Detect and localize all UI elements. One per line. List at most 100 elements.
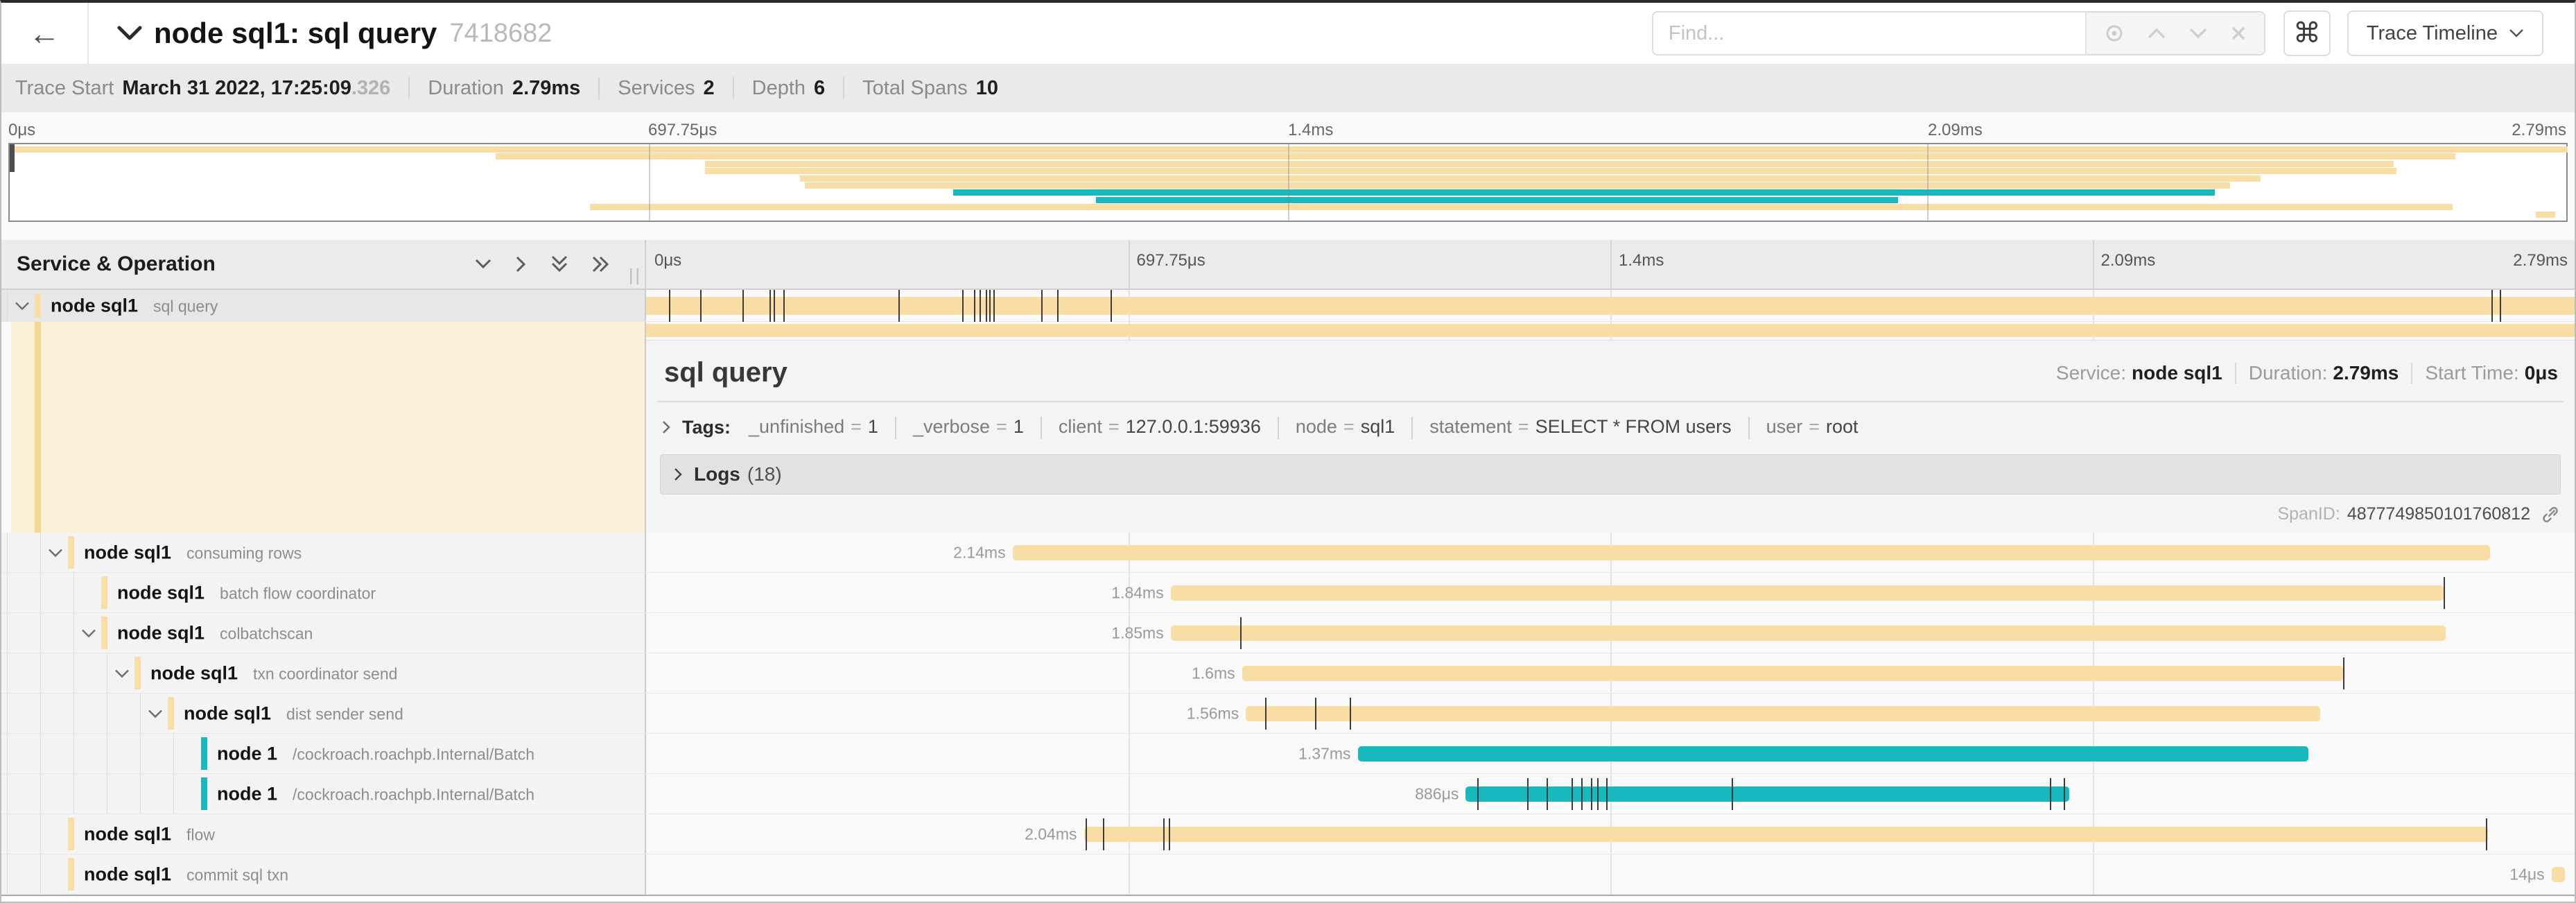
minimap-span [1096,197,1897,203]
span-duration-label: 14μs [2509,865,2544,884]
span-row-label-cell[interactable]: node 1/cockroach.roachpb.Internal/Batch [1,774,646,814]
span-bar[interactable] [646,297,2575,315]
log-marker-tick [989,290,991,322]
span-row-label-cell[interactable]: node sql1txn coordinator send [1,653,646,693]
selected-span-strip-bar[interactable] [646,324,2575,337]
span-row: node sql1commit sql txn 14μs [1,854,2575,895]
span-duration-label: 1.37ms [1298,744,1350,763]
expand-all-icon[interactable] [591,254,611,275]
column-resizer-grip[interactable]: || [629,266,642,286]
trace-view-selector[interactable]: Trace Timeline [2347,10,2543,56]
service-name: node 1 [217,783,277,805]
log-marker-tick [783,290,785,322]
back-button[interactable]: ← [1,3,89,64]
service-name: node sql1 [117,582,204,603]
row-chevron-down-icon[interactable] [80,628,97,638]
span-row-label-cell[interactable]: node sql1 sql query [1,290,646,321]
tag-equals: = [996,416,1007,437]
tree-indent-guide [73,653,74,693]
span-row-timeline-cell: 1.6ms [646,653,2575,693]
service-name: node sql1 [51,295,138,316]
span-row-label-cell[interactable]: node sql1flow [1,814,646,854]
find-clear-close-icon[interactable] [2229,24,2247,42]
collapse-all-icon[interactable] [549,254,570,275]
locate-icon[interactable] [2103,22,2125,44]
log-marker-tick [898,290,900,322]
log-marker-tick [1572,778,1573,810]
span-bar[interactable] [1242,666,2344,681]
span-row-text: node sql1consuming rows [84,542,302,563]
span-row: node sql1flow2.04ms [1,814,2575,854]
operation-name: commit sql txn [186,866,288,884]
find-prev-chevron-up-icon[interactable] [2146,26,2167,40]
span-bar[interactable] [1358,746,2309,762]
service-color-indicator [68,818,74,850]
service-name: node sql1 [84,542,171,563]
tree-indent-guide [7,533,8,572]
operation-name: sql query [153,297,218,316]
row-chevron-down-icon[interactable] [47,547,64,558]
span-bar[interactable] [2552,867,2565,882]
keyboard-shortcuts-command-icon[interactable]: ⌘ [2283,10,2331,56]
summary-item: Duration2.79ms [428,77,580,100]
find-next-chevron-down-icon[interactable] [2188,26,2209,40]
span-detail-header: sql query Service:node sql1 Duration:2.7… [646,341,2575,401]
summary-item: Depth6 [752,77,826,100]
span-bar[interactable] [1465,786,2069,802]
span-row-label-cell[interactable]: node sql1commit sql txn [1,854,646,894]
find-suffix [2085,12,2264,54]
tag-key: user [1766,416,1803,437]
span-row: node sql1colbatchscan1.85ms [1,613,2575,653]
find-input[interactable] [1653,12,2085,54]
span-bar[interactable] [1246,706,2320,721]
title-chevron-down-icon[interactable] [116,25,143,42]
span-row-label-cell[interactable]: node 1/cockroach.roachpb.Internal/Batch [1,734,646,773]
tree-indent-guide [7,734,8,773]
span-row-text: node sql1colbatchscan [117,622,313,644]
span-duration-label: 1.84ms [1111,583,1163,602]
summary-label: Depth [752,77,806,99]
span-row-label-cell[interactable]: node sql1colbatchscan [1,613,646,653]
tree-indent-guide [7,814,8,854]
span-bar[interactable] [1084,827,2488,842]
span-row-text: node 1/cockroach.roachpb.Internal/Batch [217,743,534,764]
tag-divider [1041,417,1042,439]
row-chevron-down-icon[interactable] [114,668,130,678]
span-row-label-cell[interactable]: node sql1dist sender send [1,694,646,733]
copy-link-icon[interactable] [2540,504,2561,525]
log-marker-tick [1591,778,1592,810]
log-marker-tick [2050,778,2051,810]
tag-value: SELECT * FROM users [1535,416,1732,437]
tree-indent-guide [73,774,74,814]
minimap-span [705,161,2394,167]
span-row-label-cell[interactable]: node sql1consuming rows [1,533,646,572]
service-color-indicator [201,737,207,770]
tags-row[interactable]: Tags: _unfinished=1_verbose=1client=127.… [646,402,2575,453]
tag-divider [1411,417,1413,439]
log-marker-tick [1597,778,1599,810]
log-marker-tick [769,290,771,322]
span-row-timeline-cell: 1.56ms [646,694,2575,733]
span-bar[interactable] [1171,585,2444,601]
log-marker-tick [2491,290,2493,322]
expand-one-icon[interactable] [514,254,528,275]
span-bar[interactable] [1013,545,2490,560]
log-marker-tick [1041,290,1043,322]
log-marker-tick [1315,698,1316,730]
span-row: node sql1 sql query [1,290,2575,322]
log-marker-tick [1169,818,1170,850]
tag-key: statement [1429,416,1512,437]
tag-key: client [1059,416,1102,437]
trace-minimap[interactable] [8,143,2568,222]
tag-divider [895,417,896,439]
minimap-span [2536,212,2555,218]
logs-row[interactable]: Logs (18) [660,454,2561,495]
row-chevron-down-icon[interactable] [14,300,31,311]
tree-indent-guide [40,613,41,653]
tree-indent-guide [73,694,74,733]
span-bar[interactable] [1171,626,2446,641]
collapse-one-icon[interactable] [473,257,494,271]
row-chevron-down-icon[interactable] [147,708,164,719]
minimap-left-scrubber[interactable] [10,144,15,172]
span-row-label-cell[interactable]: node sql1batch flow coordinator [1,573,646,612]
